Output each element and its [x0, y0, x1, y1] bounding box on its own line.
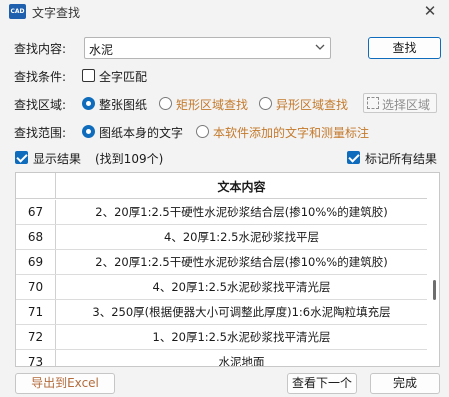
row-text[interactable]: 3、250厚(根据便器大小可调整此厚度)1:6水泥陶粒填充层: [56, 300, 427, 324]
row-text[interactable]: 4、20厚1:2.5水泥砂浆找平清光层: [56, 275, 427, 299]
app-icon: CAD: [9, 4, 26, 19]
table-row[interactable]: 69 2、20厚1:2.5干硬性水泥砂浆结合层(掺10%%的建筑胶): [16, 250, 427, 275]
search-input[interactable]: 水泥: [84, 37, 331, 59]
mark-all-checkbox[interactable]: [347, 151, 360, 164]
area-option-irregular-label[interactable]: 异形区域查找: [276, 96, 348, 113]
area-option-whole-drawing-radio[interactable]: [82, 97, 95, 110]
whole-word-label[interactable]: 全字匹配: [99, 68, 147, 85]
condition-label: 查找条件:: [14, 70, 67, 84]
result-count: (找到109个): [95, 152, 164, 166]
header-index-cell: [16, 173, 56, 199]
table-row[interactable]: 67 2、20厚1:2.5干硬性水泥砂浆结合层(掺10%%的建筑胶): [16, 200, 427, 225]
row-text[interactable]: 水泥地面: [56, 350, 427, 366]
table-row[interactable]: 70 4、20厚1:2.5水泥砂浆找平清光层: [16, 275, 427, 300]
area-label: 查找区域:: [14, 98, 67, 112]
row-text[interactable]: 4、20厚1:2.5水泥砂浆找平层: [56, 225, 427, 249]
header-text-content: 文本内容: [217, 180, 266, 194]
mark-all-label[interactable]: 标记所有结果: [365, 150, 437, 167]
table-scrollbar[interactable]: [428, 173, 439, 366]
area-option-rect-label[interactable]: 矩形区域查找: [176, 96, 248, 113]
scrollbar-thumb[interactable]: [433, 280, 436, 300]
show-results-checkbox[interactable]: [15, 151, 28, 164]
table-row[interactable]: 73 水泥地面: [16, 350, 427, 366]
table-row[interactable]: 68 4、20厚1:2.5水泥砂浆找平层: [16, 225, 427, 250]
scope-option-drawing-text-radio[interactable]: [82, 125, 95, 138]
search-value[interactable]: 水泥: [89, 41, 113, 58]
scope-option-drawing-text-label[interactable]: 图纸本身的文字: [99, 124, 183, 141]
whole-word-checkbox[interactable]: [82, 69, 95, 82]
done-button[interactable]: 完成: [370, 373, 440, 394]
search-label: 查找内容:: [14, 42, 67, 56]
scope-option-added-text-label[interactable]: 本软件添加的文字和测量标注: [213, 124, 369, 141]
table-row[interactable]: 72 1、20厚1:2.5水泥砂浆找平清光层: [16, 325, 427, 350]
select-area-label: 选择区域: [382, 98, 431, 112]
chevron-down-icon[interactable]: [313, 40, 327, 56]
row-index: 70: [16, 275, 56, 299]
results-table[interactable]: 文本内容 67 2、20厚1:2.5干硬性水泥砂浆结合层(掺10%%的建筑胶) …: [15, 172, 440, 367]
area-option-whole-drawing-label[interactable]: 整张图纸: [99, 96, 147, 113]
title-bar: CAD 文字查找 ✕: [0, 0, 449, 24]
find-button[interactable]: 查找: [368, 37, 441, 59]
row-text[interactable]: 1、20厚1:2.5水泥砂浆找平清光层: [56, 325, 427, 349]
export-excel-button[interactable]: 导出到Excel: [15, 373, 115, 394]
row-text[interactable]: 2、20厚1:2.5干硬性水泥砂浆结合层(掺10%%的建筑胶): [56, 250, 427, 274]
area-option-irregular-radio[interactable]: [259, 97, 272, 110]
row-index: 72: [16, 325, 56, 349]
row-index: 71: [16, 300, 56, 324]
select-area-button[interactable]: 选择区域: [363, 93, 437, 113]
next-result-button[interactable]: 查看下一个: [287, 373, 357, 394]
row-text[interactable]: 2、20厚1:2.5干硬性水泥砂浆结合层(掺10%%的建筑胶): [56, 200, 427, 224]
scope-option-added-text-radio[interactable]: [196, 125, 209, 138]
row-index: 69: [16, 250, 56, 274]
row-index: 67: [16, 200, 56, 224]
window-title: 文字查找: [32, 6, 81, 20]
table-row[interactable]: 71 3、250厚(根据便器大小可调整此厚度)1:6水泥陶粒填充层: [16, 300, 427, 325]
close-icon[interactable]: ✕: [421, 2, 439, 20]
row-index: 73: [16, 350, 56, 366]
row-index: 68: [16, 225, 56, 249]
area-option-rect-radio[interactable]: [159, 97, 172, 110]
dashed-rect-icon: [367, 97, 379, 109]
show-results-label[interactable]: 显示结果: [33, 150, 81, 167]
scope-label: 查找范围:: [14, 126, 67, 140]
table-header: 文本内容: [16, 173, 427, 199]
